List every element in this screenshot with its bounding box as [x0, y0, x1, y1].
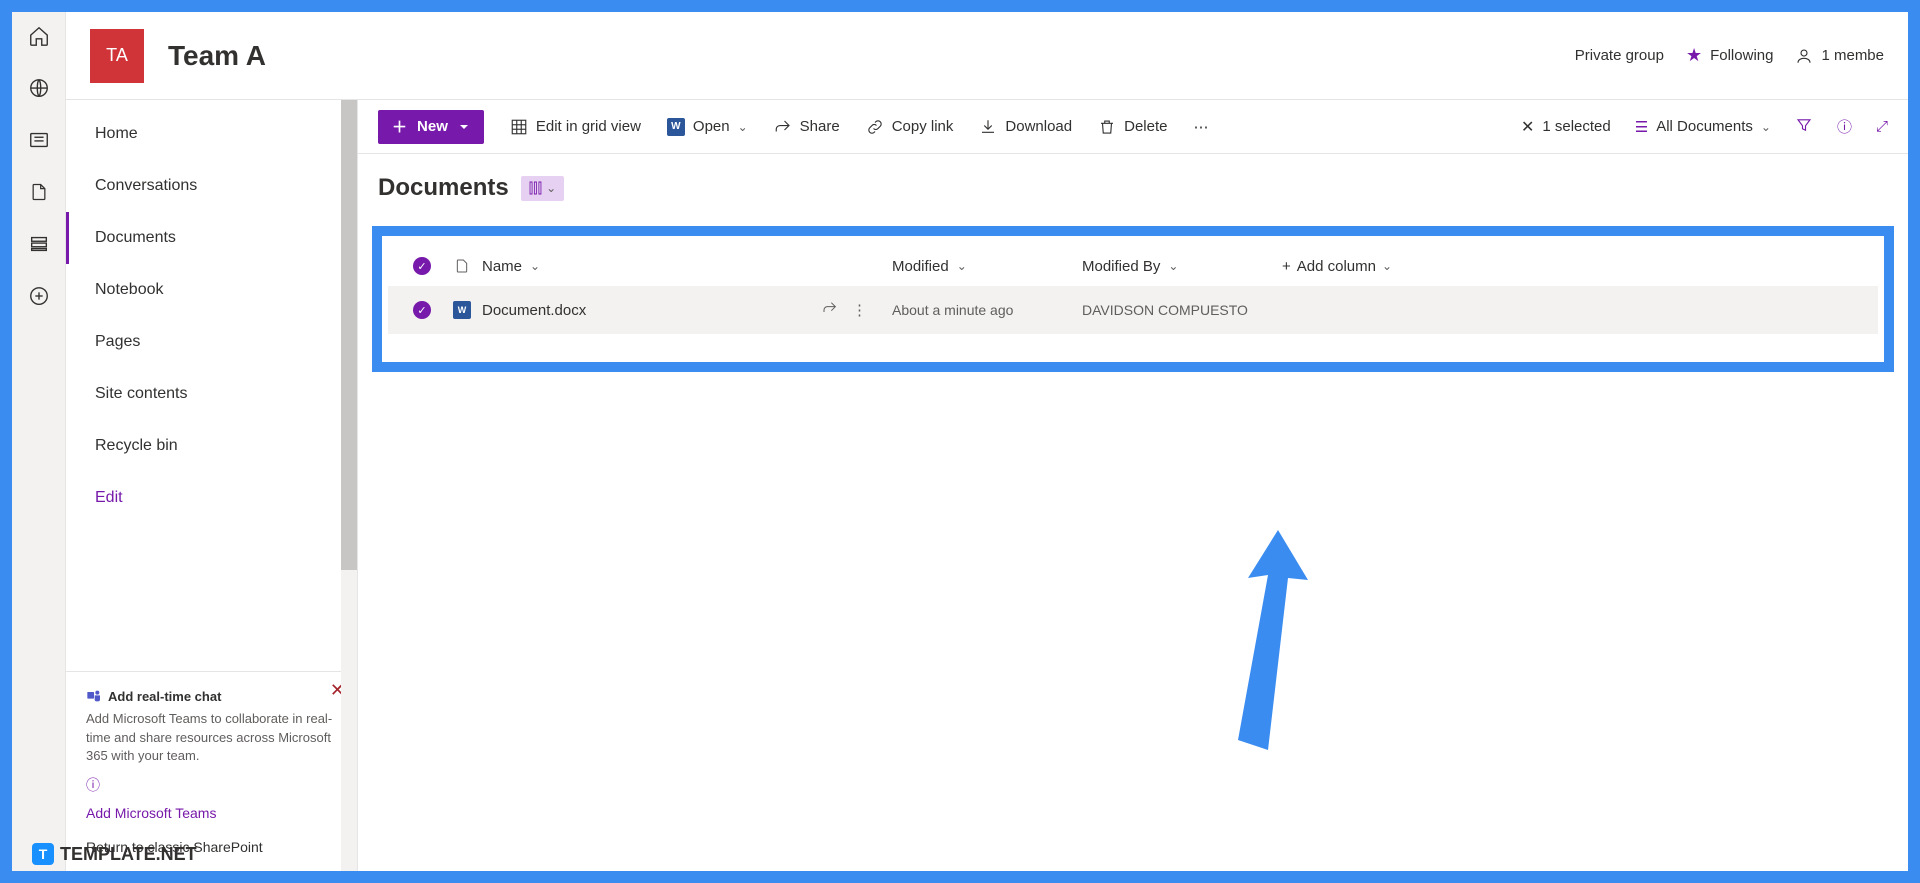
- name-column-header[interactable]: Name⌄: [482, 258, 822, 275]
- teams-promo: ✕ Add real-time chat Add Microsoft Teams…: [66, 671, 357, 871]
- nav-conversations[interactable]: Conversations: [66, 160, 357, 212]
- add-icon[interactable]: [27, 284, 51, 308]
- command-bar: ＋ New Edit in grid view W Open ⌄: [358, 100, 1908, 154]
- download-button[interactable]: Download: [979, 118, 1072, 136]
- file-type-header-icon[interactable]: [442, 258, 482, 274]
- edit-grid-button[interactable]: Edit in grid view: [510, 118, 641, 136]
- person-icon: [1795, 47, 1813, 65]
- nav-site-contents[interactable]: Site contents: [66, 368, 357, 420]
- nav-home[interactable]: Home: [66, 108, 357, 160]
- word-icon: W: [667, 118, 685, 136]
- trash-icon: [1098, 118, 1116, 136]
- site-header: TA Team A Private group ★ Following 1 me…: [66, 12, 1908, 100]
- copy-label: Copy link: [892, 118, 954, 135]
- expand-icon[interactable]: ⤢: [1876, 118, 1888, 135]
- star-icon: ★: [1686, 45, 1702, 66]
- promo-desc: Add Microsoft Teams to collaborate in re…: [86, 710, 337, 765]
- more-row-icon[interactable]: ⋮: [852, 301, 867, 319]
- modified-by-column-header[interactable]: Modified By⌄: [1082, 258, 1282, 275]
- selected-label: 1 selected: [1542, 118, 1610, 135]
- info-icon[interactable]: ⓘ: [86, 775, 100, 795]
- chevron-down-icon: ⌄: [546, 181, 556, 195]
- chevron-down-icon: ⌄: [1168, 259, 1178, 273]
- edit-grid-label: Edit in grid view: [536, 118, 641, 135]
- x-icon: ✕: [1521, 117, 1534, 137]
- table-header: ✓ Name⌄ Modified⌄ Modified By⌄ +Add colu…: [388, 246, 1878, 286]
- chevron-down-icon: ⌄: [957, 259, 967, 273]
- news-icon[interactable]: [27, 128, 51, 152]
- more-button[interactable]: ⋯: [1193, 118, 1208, 136]
- link-icon: [866, 118, 884, 136]
- share-row-icon[interactable]: [822, 300, 838, 320]
- select-all-check[interactable]: ✓: [413, 257, 431, 275]
- file-icon[interactable]: [27, 180, 51, 204]
- chevron-down-icon: [458, 121, 470, 133]
- add-teams-link[interactable]: Add Microsoft Teams: [86, 805, 216, 821]
- chevron-down-icon: ⌄: [530, 259, 540, 273]
- row-check[interactable]: ✓: [413, 301, 431, 319]
- left-nav: Home Conversations Documents Notebook Pa…: [66, 100, 358, 871]
- add-column-button[interactable]: +Add column⌄: [1282, 258, 1392, 275]
- library-icon: ⫿⫿⫿: [529, 180, 542, 197]
- modified-value: About a minute ago: [892, 302, 1013, 318]
- delete-button[interactable]: Delete: [1098, 118, 1167, 136]
- app-rail: [12, 12, 66, 871]
- promo-title-text: Add real-time chat: [108, 689, 221, 704]
- modified-column-header[interactable]: Modified⌄: [892, 258, 1082, 275]
- library-badge[interactable]: ⫿⫿⫿ ⌄: [521, 176, 565, 201]
- view-label: All Documents: [1656, 118, 1753, 135]
- members-label: 1 membe: [1821, 47, 1884, 64]
- site-logo[interactable]: TA: [90, 29, 144, 83]
- view-selector[interactable]: ☰ All Documents ⌄: [1635, 118, 1771, 136]
- scrollbar-thumb[interactable]: [341, 100, 357, 570]
- content-area: ＋ New Edit in grid view W Open ⌄: [358, 100, 1908, 871]
- selection-clear[interactable]: ✕ 1 selected: [1521, 117, 1611, 137]
- nav-recycle-bin[interactable]: Recycle bin: [66, 420, 357, 472]
- plus-icon: +: [1282, 258, 1291, 275]
- download-label: Download: [1005, 118, 1072, 135]
- info-icon[interactable]: ⓘ: [1837, 116, 1852, 137]
- chevron-down-icon: ⌄: [738, 120, 748, 134]
- privacy-label: Private group: [1575, 47, 1664, 64]
- list-icon[interactable]: [27, 232, 51, 256]
- chevron-down-icon: ⌄: [1382, 259, 1392, 273]
- home-icon[interactable]: [27, 24, 51, 48]
- following-button[interactable]: ★ Following: [1686, 45, 1774, 66]
- library-title: Documents: [378, 174, 509, 202]
- file-name[interactable]: Document.docx: [482, 302, 586, 319]
- nav-pages[interactable]: Pages: [66, 316, 357, 368]
- chevron-down-icon: ⌄: [1761, 120, 1771, 134]
- watermark-badge-icon: T: [32, 843, 54, 865]
- new-label: New: [417, 118, 448, 135]
- open-button[interactable]: W Open ⌄: [667, 118, 748, 136]
- site-title: Team A: [168, 40, 1575, 72]
- share-icon: [774, 118, 792, 136]
- watermark: T TEMPLATE.NET: [32, 843, 197, 865]
- download-icon: [979, 118, 997, 136]
- delete-label: Delete: [1124, 118, 1167, 135]
- view-icon: ☰: [1635, 118, 1648, 136]
- globe-icon[interactable]: [27, 76, 51, 100]
- following-label: Following: [1710, 47, 1773, 64]
- word-doc-icon: W: [453, 301, 471, 319]
- nav-notebook[interactable]: Notebook: [66, 264, 357, 316]
- document-table-highlighted: ✓ Name⌄ Modified⌄ Modified By⌄ +Add colu…: [372, 226, 1894, 372]
- filter-icon[interactable]: [1795, 116, 1813, 138]
- teams-icon: [86, 688, 102, 704]
- table-row[interactable]: ✓ W Document.docx ⋮ About a minute ago D…: [388, 286, 1878, 334]
- watermark-text: TEMPLATE.NET: [60, 844, 197, 865]
- share-label: Share: [800, 118, 840, 135]
- grid-icon: [510, 118, 528, 136]
- annotation-arrow: [1218, 530, 1338, 760]
- nav-documents[interactable]: Documents: [66, 212, 357, 264]
- open-label: Open: [693, 118, 730, 135]
- nav-edit[interactable]: Edit: [66, 472, 357, 524]
- members-button[interactable]: 1 membe: [1795, 47, 1884, 65]
- new-button[interactable]: ＋ New: [378, 110, 484, 144]
- ellipsis-icon: ⋯: [1193, 118, 1208, 136]
- plus-icon: ＋: [392, 116, 407, 137]
- copy-link-button[interactable]: Copy link: [866, 118, 954, 136]
- share-button[interactable]: Share: [774, 118, 840, 136]
- modified-by-value: DAVIDSON COMPUESTO: [1082, 302, 1248, 318]
